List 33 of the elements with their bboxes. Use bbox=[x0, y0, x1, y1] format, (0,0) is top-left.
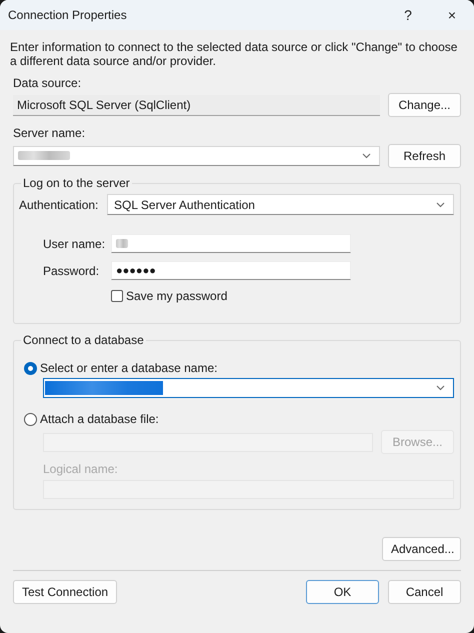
advanced-button[interactable]: Advanced... bbox=[382, 537, 461, 561]
field-label: Data source: bbox=[13, 76, 82, 90]
redacted-value bbox=[18, 151, 70, 160]
dialog-button[interactable]: Cancel bbox=[388, 580, 461, 604]
checkbox-label: Save my password bbox=[126, 289, 228, 303]
user-name-field[interactable] bbox=[111, 234, 351, 253]
radio-label: Attach a database file: bbox=[40, 412, 159, 426]
window-title: Connection Properties bbox=[8, 8, 128, 22]
password-field[interactable]: ●●●●●● bbox=[111, 261, 351, 280]
dropdown-value: SQL Server Authentication bbox=[114, 198, 256, 212]
field-label: Password: bbox=[43, 264, 100, 278]
server-name-dropdown[interactable] bbox=[13, 146, 380, 166]
field-label: Logical name: bbox=[43, 462, 119, 476]
dialog-button[interactable]: OK bbox=[306, 580, 379, 604]
field-label: User name: bbox=[43, 236, 106, 250]
change-button[interactable]: Change... bbox=[388, 93, 461, 117]
radio-button[interactable] bbox=[24, 362, 37, 374]
group-title: Log on to the server bbox=[22, 176, 131, 190]
redacted-value bbox=[116, 239, 128, 248]
data-source-field: Microsoft SQL Server (SqlClient) bbox=[13, 94, 380, 116]
instruction-text: Enter information to connect to the selected data source or click "Change" to choose a different data source and/or provider. bbox=[10, 40, 458, 68]
dialog-button[interactable]: Test Connection bbox=[13, 580, 118, 604]
database-name-dropdown[interactable] bbox=[43, 378, 454, 398]
group-title: Connect to a database bbox=[22, 333, 145, 347]
close-button[interactable]: × bbox=[430, 0, 474, 30]
field-label: Authentication: bbox=[19, 198, 100, 212]
field-label: Server name: bbox=[13, 126, 86, 140]
radio-button[interactable] bbox=[24, 412, 37, 426]
refresh-button[interactable]: Refresh bbox=[388, 144, 461, 168]
help-button[interactable]: ? bbox=[386, 0, 430, 30]
checkbox[interactable] bbox=[111, 290, 123, 302]
radio-label: Select or enter a database name: bbox=[40, 361, 218, 375]
authentication-dropdown[interactable]: SQL Server Authentication bbox=[107, 194, 454, 215]
